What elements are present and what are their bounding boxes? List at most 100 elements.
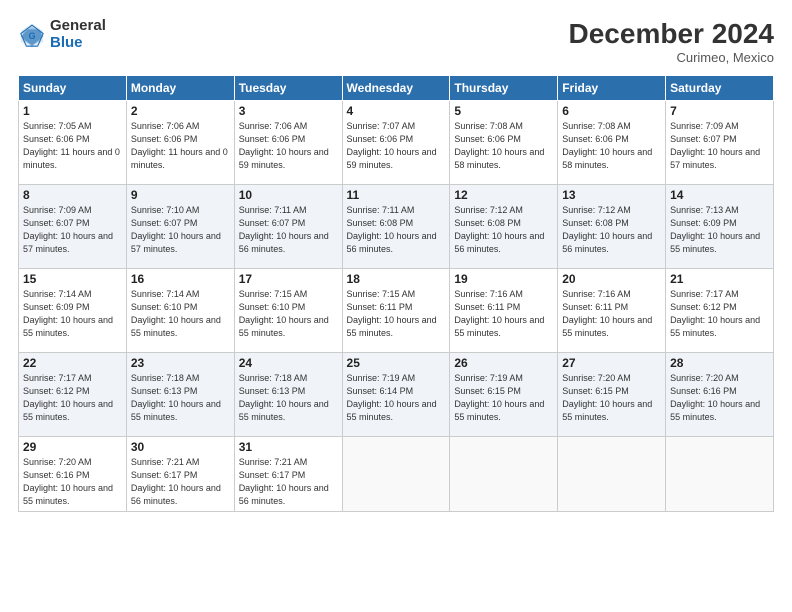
header: G General Blue December 2024 Curimeo, Me… <box>18 18 774 65</box>
day-number: 17 <box>239 272 338 286</box>
logo-blue: Blue <box>50 35 106 52</box>
calendar-cell: 2 Sunrise: 7:06 AMSunset: 6:06 PMDaylight… <box>126 101 234 185</box>
day-number: 15 <box>23 272 122 286</box>
day-number: 7 <box>670 104 769 118</box>
day-number: 12 <box>454 188 553 202</box>
location: Curimeo, Mexico <box>569 50 774 65</box>
weekday-header-saturday: Saturday <box>666 76 774 101</box>
day-info: Sunrise: 7:13 AMSunset: 6:09 PMDaylight:… <box>670 204 769 256</box>
calendar-week-3: 15 Sunrise: 7:14 AMSunset: 6:09 PMDayligh… <box>19 269 774 353</box>
day-info: Sunrise: 7:12 AMSunset: 6:08 PMDaylight:… <box>562 204 661 256</box>
calendar-cell: 23Sunrise: 7:18 AMSunset: 6:13 PMDayligh… <box>126 353 234 437</box>
calendar-cell: 15 Sunrise: 7:14 AMSunset: 6:09 PMDayligh… <box>19 269 127 353</box>
day-number: 6 <box>562 104 661 118</box>
calendar-cell: 11 Sunrise: 7:11 AMSunset: 6:08 PMDayligh… <box>342 185 450 269</box>
calendar-cell: 8 Sunrise: 7:09 AMSunset: 6:07 PMDaylight… <box>19 185 127 269</box>
day-info: Sunrise: 7:17 AMSunset: 6:12 PMDaylight:… <box>23 372 122 424</box>
calendar-cell: 26Sunrise: 7:19 AMSunset: 6:15 PMDayligh… <box>450 353 558 437</box>
day-info: Sunrise: 7:18 AMSunset: 6:13 PMDaylight:… <box>239 372 338 424</box>
day-info: Sunrise: 7:11 AMSunset: 6:07 PMDaylight:… <box>239 204 338 256</box>
day-number: 1 <box>23 104 122 118</box>
calendar-cell: 22 Sunrise: 7:17 AMSunset: 6:12 PMDayligh… <box>19 353 127 437</box>
day-number: 16 <box>131 272 230 286</box>
calendar-cell: 31 Sunrise: 7:21 AMSunset: 6:17 PMDayligh… <box>234 437 342 512</box>
day-number: 29 <box>23 440 122 454</box>
day-number: 24 <box>239 356 338 370</box>
calendar-cell: 28 Sunrise: 7:20 AMSunset: 6:16 PMDayligh… <box>666 353 774 437</box>
day-number: 9 <box>131 188 230 202</box>
day-info: Sunrise: 7:16 AMSunset: 6:11 PMDaylight:… <box>454 288 553 340</box>
calendar-week-4: 22 Sunrise: 7:17 AMSunset: 6:12 PMDayligh… <box>19 353 774 437</box>
calendar-header-row: SundayMondayTuesdayWednesdayThursdayFrid… <box>19 76 774 101</box>
day-info: Sunrise: 7:18 AMSunset: 6:13 PMDaylight:… <box>131 372 230 424</box>
weekday-header-tuesday: Tuesday <box>234 76 342 101</box>
day-number: 28 <box>670 356 769 370</box>
day-number: 2 <box>131 104 230 118</box>
day-number: 20 <box>562 272 661 286</box>
day-number: 31 <box>239 440 338 454</box>
logo-text: General Blue <box>50 18 106 51</box>
day-number: 30 <box>131 440 230 454</box>
day-number: 21 <box>670 272 769 286</box>
weekday-header-friday: Friday <box>558 76 666 101</box>
day-info: Sunrise: 7:16 AMSunset: 6:11 PMDaylight:… <box>562 288 661 340</box>
day-number: 3 <box>239 104 338 118</box>
calendar-cell: 16 Sunrise: 7:14 AMSunset: 6:10 PMDayligh… <box>126 269 234 353</box>
calendar-cell <box>558 437 666 512</box>
calendar-week-5: 29 Sunrise: 7:20 AMSunset: 6:16 PMDayligh… <box>19 437 774 512</box>
calendar-cell: 21 Sunrise: 7:17 AMSunset: 6:12 PMDayligh… <box>666 269 774 353</box>
day-info: Sunrise: 7:21 AMSunset: 6:17 PMDaylight:… <box>131 456 230 508</box>
calendar-cell: 29 Sunrise: 7:20 AMSunset: 6:16 PMDayligh… <box>19 437 127 512</box>
weekday-header-sunday: Sunday <box>19 76 127 101</box>
calendar: SundayMondayTuesdayWednesdayThursdayFrid… <box>18 75 774 512</box>
day-info: Sunrise: 7:12 AMSunset: 6:08 PMDaylight:… <box>454 204 553 256</box>
calendar-cell: 10Sunrise: 7:11 AMSunset: 6:07 PMDayligh… <box>234 185 342 269</box>
calendar-cell <box>666 437 774 512</box>
calendar-week-2: 8 Sunrise: 7:09 AMSunset: 6:07 PMDaylight… <box>19 185 774 269</box>
calendar-cell: 18 Sunrise: 7:15 AMSunset: 6:11 PMDayligh… <box>342 269 450 353</box>
title-block: December 2024 Curimeo, Mexico <box>569 18 774 65</box>
day-info: Sunrise: 7:20 AMSunset: 6:15 PMDaylight:… <box>562 372 661 424</box>
day-info: Sunrise: 7:08 AMSunset: 6:06 PMDaylight:… <box>562 120 661 172</box>
calendar-cell: 19Sunrise: 7:16 AMSunset: 6:11 PMDayligh… <box>450 269 558 353</box>
day-info: Sunrise: 7:17 AMSunset: 6:12 PMDaylight:… <box>670 288 769 340</box>
calendar-cell: 6 Sunrise: 7:08 AMSunset: 6:06 PMDaylight… <box>558 101 666 185</box>
day-info: Sunrise: 7:09 AMSunset: 6:07 PMDaylight:… <box>670 120 769 172</box>
day-number: 26 <box>454 356 553 370</box>
calendar-cell: 14Sunrise: 7:13 AMSunset: 6:09 PMDayligh… <box>666 185 774 269</box>
day-number: 11 <box>347 188 446 202</box>
day-info: Sunrise: 7:20 AMSunset: 6:16 PMDaylight:… <box>23 456 122 508</box>
day-number: 25 <box>347 356 446 370</box>
weekday-header-monday: Monday <box>126 76 234 101</box>
calendar-cell: 30 Sunrise: 7:21 AMSunset: 6:17 PMDayligh… <box>126 437 234 512</box>
day-info: Sunrise: 7:21 AMSunset: 6:17 PMDaylight:… <box>239 456 338 508</box>
day-info: Sunrise: 7:05 AMSunset: 6:06 PMDaylight:… <box>23 120 122 172</box>
calendar-cell: 25Sunrise: 7:19 AMSunset: 6:14 PMDayligh… <box>342 353 450 437</box>
calendar-week-1: 1 Sunrise: 7:05 AMSunset: 6:06 PMDaylight… <box>19 101 774 185</box>
day-info: Sunrise: 7:14 AMSunset: 6:09 PMDaylight:… <box>23 288 122 340</box>
day-info: Sunrise: 7:10 AMSunset: 6:07 PMDaylight:… <box>131 204 230 256</box>
day-info: Sunrise: 7:06 AMSunset: 6:06 PMDaylight:… <box>239 120 338 172</box>
day-number: 22 <box>23 356 122 370</box>
calendar-cell: 3 Sunrise: 7:06 AMSunset: 6:06 PMDaylight… <box>234 101 342 185</box>
calendar-cell: 5Sunrise: 7:08 AMSunset: 6:06 PMDaylight… <box>450 101 558 185</box>
day-info: Sunrise: 7:09 AMSunset: 6:07 PMDaylight:… <box>23 204 122 256</box>
calendar-cell <box>342 437 450 512</box>
calendar-cell: 12 Sunrise: 7:12 AMSunset: 6:08 PMDayligh… <box>450 185 558 269</box>
day-info: Sunrise: 7:14 AMSunset: 6:10 PMDaylight:… <box>131 288 230 340</box>
day-info: Sunrise: 7:20 AMSunset: 6:16 PMDaylight:… <box>670 372 769 424</box>
calendar-cell: 13Sunrise: 7:12 AMSunset: 6:08 PMDayligh… <box>558 185 666 269</box>
page: G General Blue December 2024 Curimeo, Me… <box>0 0 792 612</box>
day-number: 8 <box>23 188 122 202</box>
day-number: 18 <box>347 272 446 286</box>
weekday-header-thursday: Thursday <box>450 76 558 101</box>
logo: G General Blue <box>18 18 106 51</box>
day-info: Sunrise: 7:07 AMSunset: 6:06 PMDaylight:… <box>347 120 446 172</box>
day-number: 4 <box>347 104 446 118</box>
month-title: December 2024 <box>569 18 774 50</box>
day-info: Sunrise: 7:11 AMSunset: 6:08 PMDaylight:… <box>347 204 446 256</box>
day-info: Sunrise: 7:06 AMSunset: 6:06 PMDaylight:… <box>131 120 230 172</box>
calendar-cell: 9 Sunrise: 7:10 AMSunset: 6:07 PMDaylight… <box>126 185 234 269</box>
calendar-cell: 7 Sunrise: 7:09 AMSunset: 6:07 PMDaylight… <box>666 101 774 185</box>
day-info: Sunrise: 7:15 AMSunset: 6:11 PMDaylight:… <box>347 288 446 340</box>
